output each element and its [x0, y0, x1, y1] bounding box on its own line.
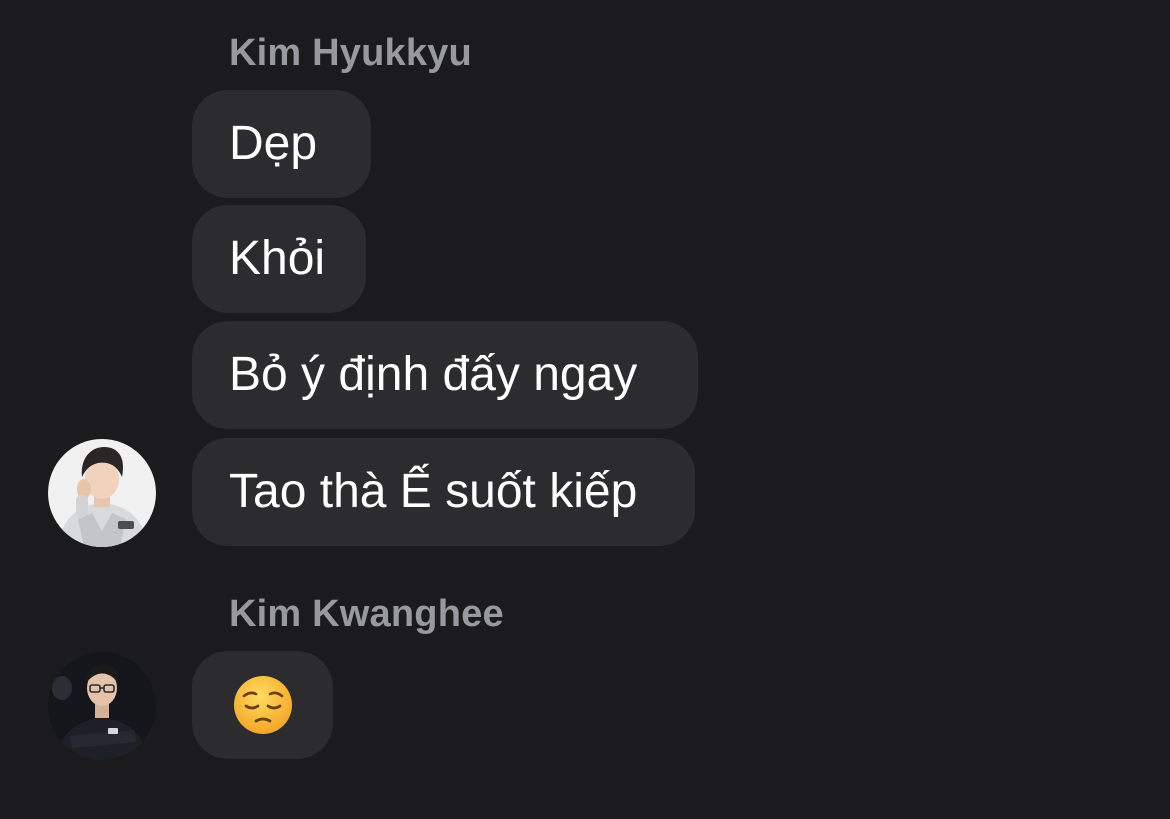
avatar-kim-kwanghee[interactable] — [48, 652, 156, 760]
message-bubble[interactable]: Khỏi — [192, 205, 366, 313]
profile-photo-icon — [48, 652, 156, 760]
message-bubble[interactable]: Dẹp — [192, 90, 371, 198]
sender-name-kim-kwanghee: Kim Kwanghee — [229, 593, 504, 635]
profile-photo-icon — [48, 439, 156, 547]
message-bubble[interactable]: Bỏ ý định đấy ngay — [192, 321, 698, 429]
pensive-face-emoji-icon — [233, 676, 292, 734]
message-bubble[interactable]: Tao thà Ế suốt kiếp — [192, 438, 695, 546]
chat-thread: Kim Hyukkyu Dẹp Khỏi Bỏ ý định đấy ngay … — [0, 0, 1170, 819]
avatar-kim-hyukkyu[interactable] — [48, 439, 156, 547]
sender-name-kim-hyukkyu: Kim Hyukkyu — [229, 32, 472, 74]
message-bubble-emoji[interactable]: 😔 — [192, 651, 333, 759]
